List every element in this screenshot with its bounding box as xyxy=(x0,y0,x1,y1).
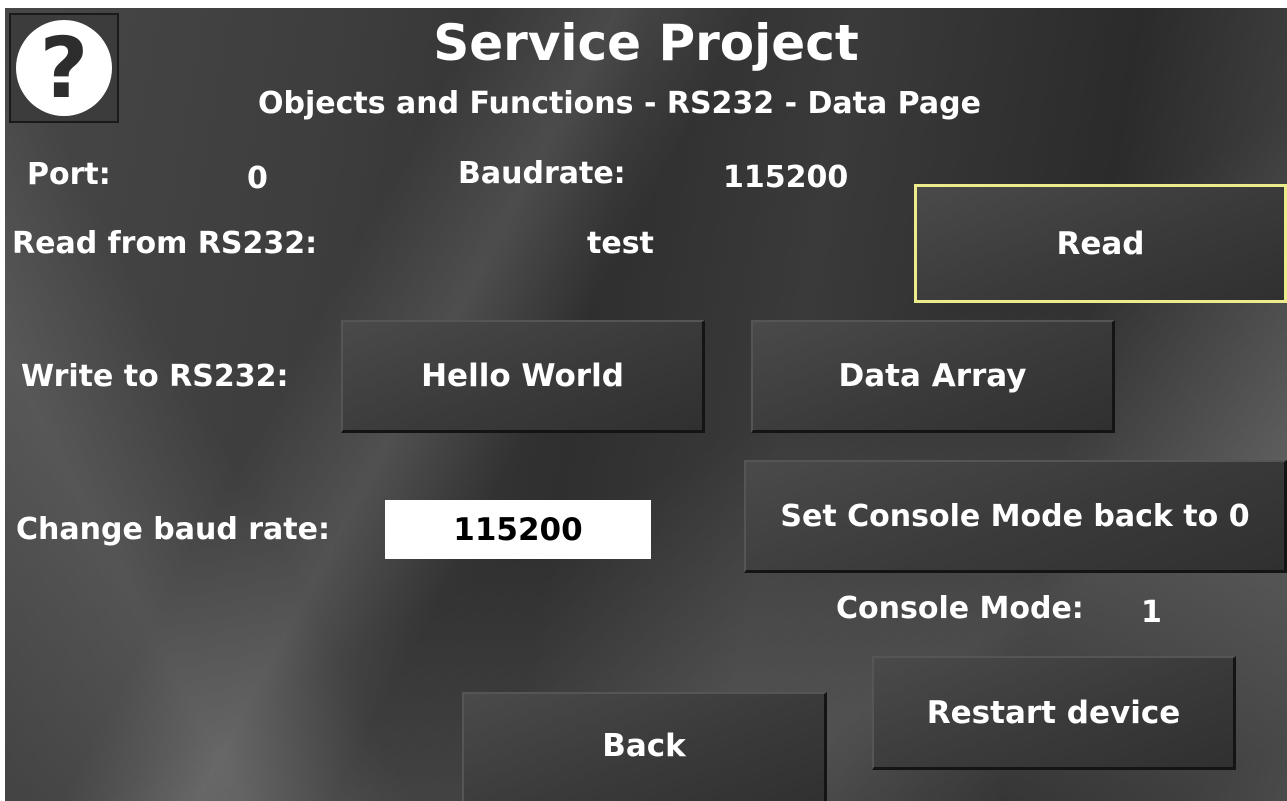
restart-device-button[interactable]: Restart device xyxy=(872,656,1236,770)
port-value: 0 xyxy=(247,161,268,196)
restart-device-button-label: Restart device xyxy=(926,694,1181,731)
set-console-mode-button[interactable]: Set Console Mode back to 0 xyxy=(744,460,1287,573)
read-button[interactable]: Read xyxy=(914,184,1287,303)
baud-rate-input[interactable]: 115200 xyxy=(385,500,651,559)
rs232-data-page: ? Service Project Objects and Functions … xyxy=(5,8,1287,801)
baudrate-label: Baudrate: xyxy=(458,156,626,191)
read-button-label: Read xyxy=(1056,225,1145,262)
back-button-label: Back xyxy=(602,728,686,764)
change-baud-rate-label: Change baud rate: xyxy=(16,512,330,547)
read-from-rs232-label: Read from RS232: xyxy=(12,226,318,261)
back-button[interactable]: Back xyxy=(462,692,827,801)
set-console-mode-button-label: Set Console Mode back to 0 xyxy=(780,498,1250,534)
read-value: test xyxy=(587,226,654,261)
port-label: Port: xyxy=(27,157,111,192)
baudrate-value: 115200 xyxy=(723,160,849,195)
hello-world-button-label: Hello World xyxy=(421,358,624,394)
console-mode-label: Console Mode: xyxy=(836,591,1084,626)
hello-world-button[interactable]: Hello World xyxy=(341,320,705,433)
data-array-button[interactable]: Data Array xyxy=(751,320,1115,433)
page-subtitle: Objects and Functions - RS232 - Data Pag… xyxy=(258,86,981,121)
write-to-rs232-label: Write to RS232: xyxy=(21,359,289,394)
console-mode-value: 1 xyxy=(1141,595,1162,630)
data-array-button-label: Data Array xyxy=(838,358,1027,394)
page-title: Service Project xyxy=(433,14,859,72)
